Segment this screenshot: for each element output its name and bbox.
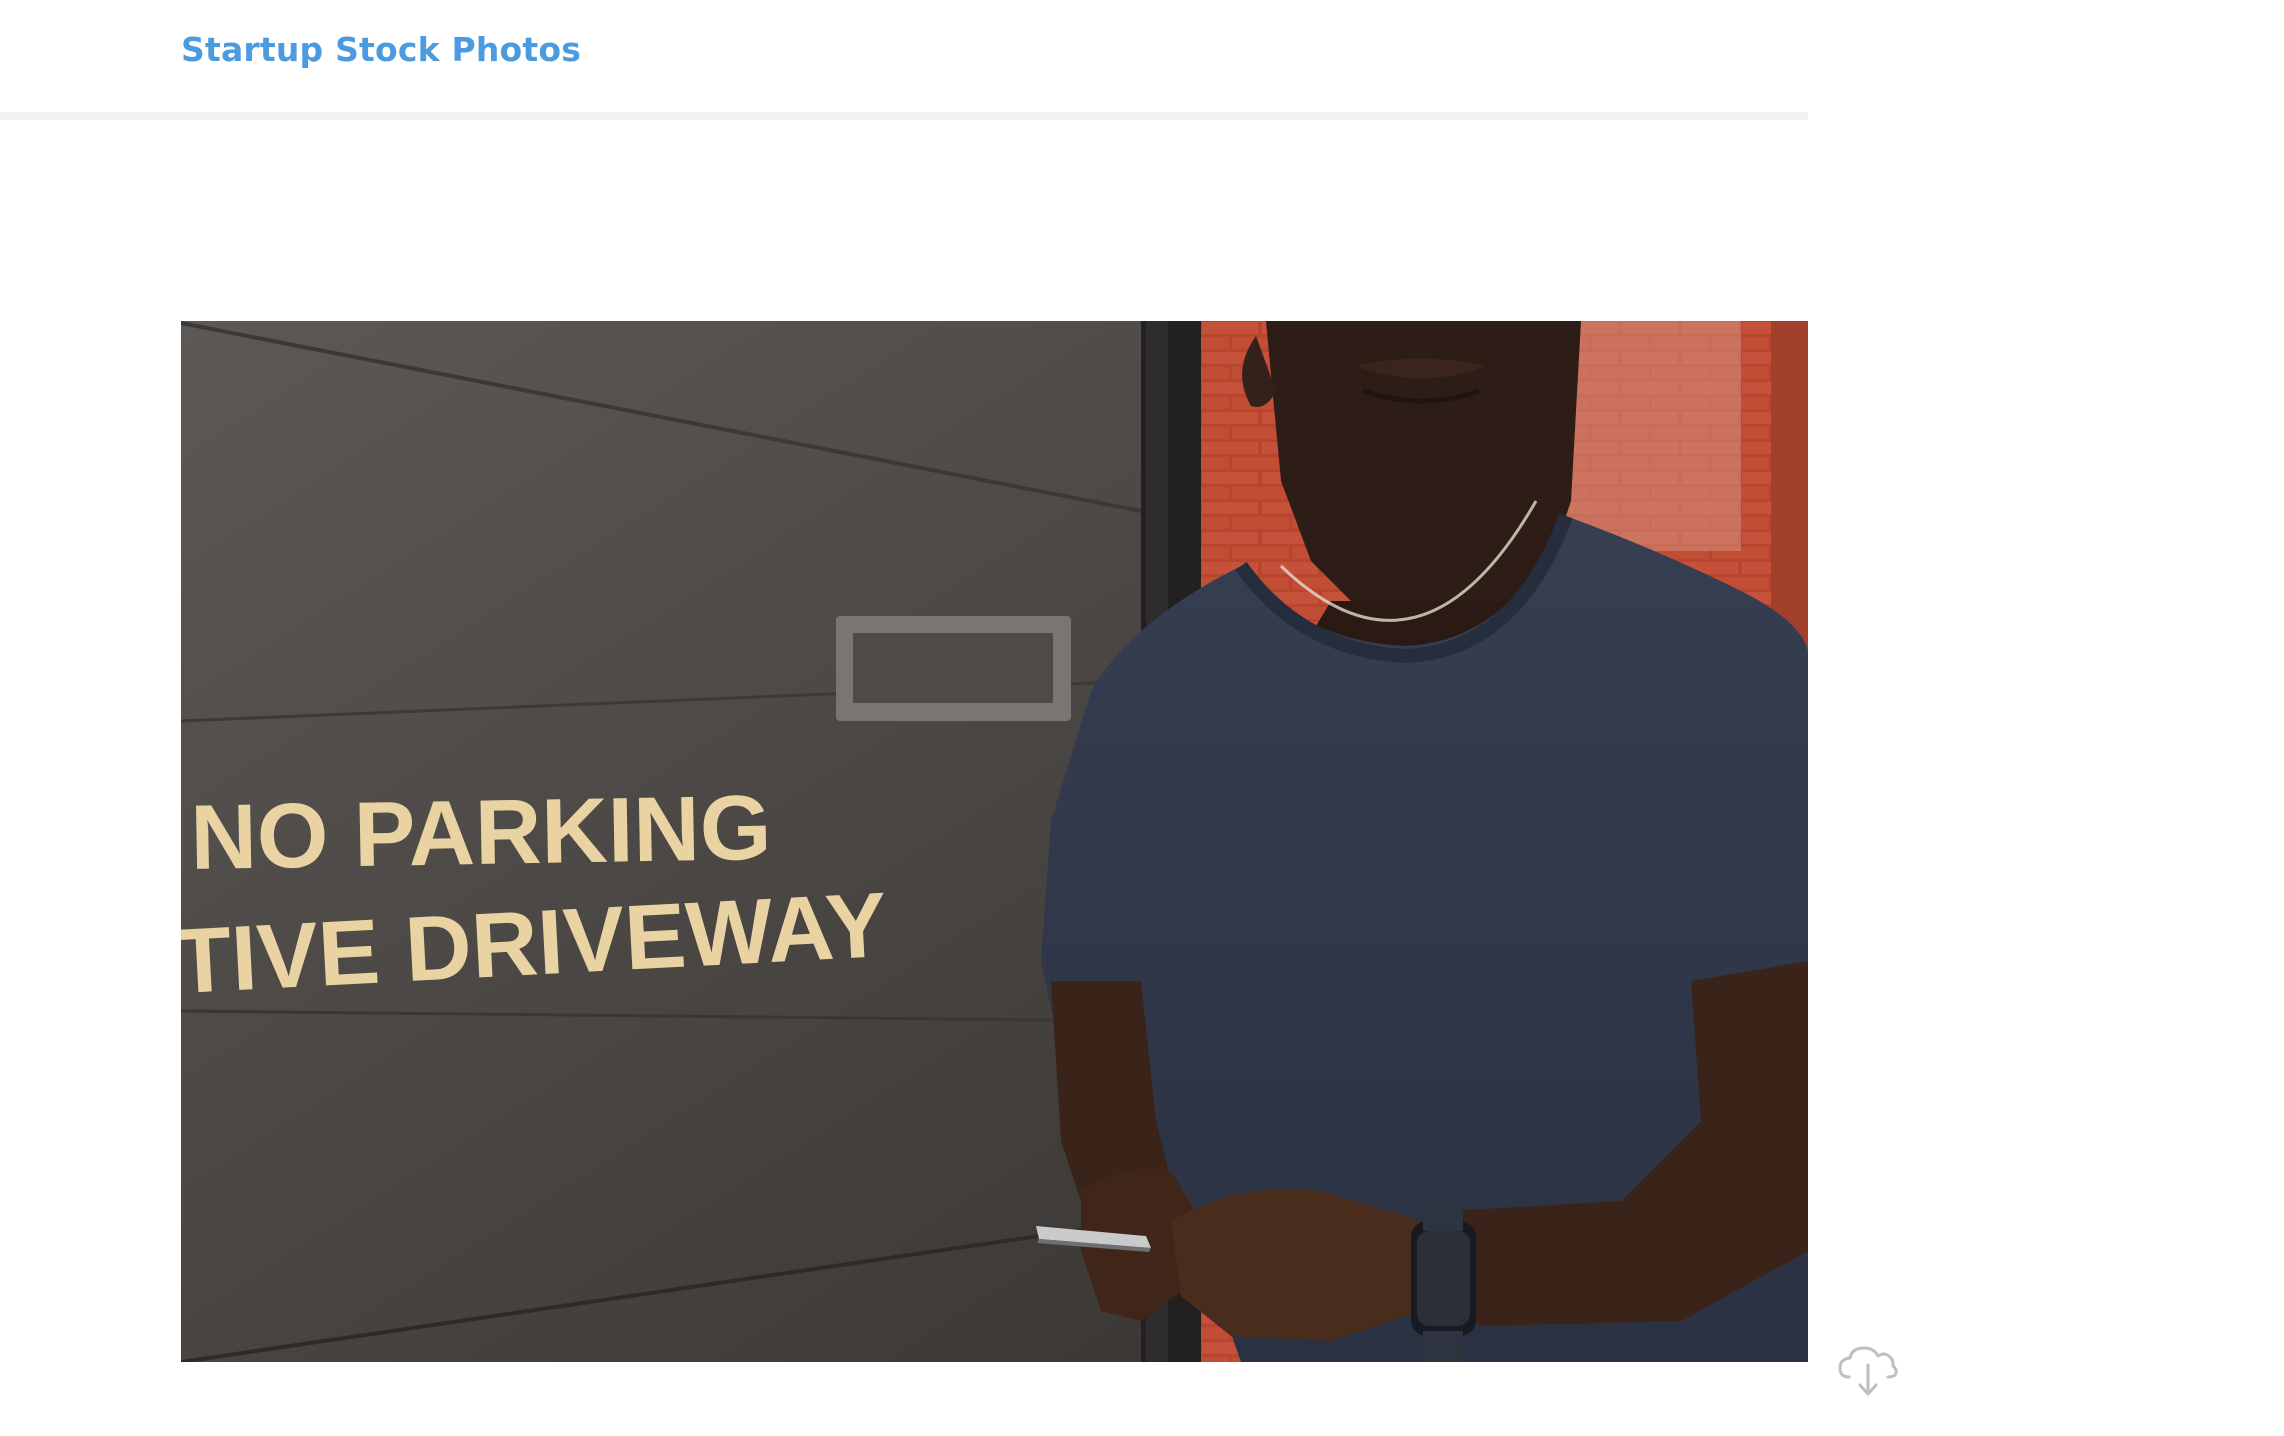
cloud-download-icon xyxy=(1838,1346,1898,1396)
site-header: Startup Stock Photos xyxy=(0,0,1808,112)
page: Startup Stock Photos NO PARKING TIVE DRI… xyxy=(0,0,2284,1436)
download-button[interactable] xyxy=(1837,1343,1899,1399)
stock-photo[interactable]: NO PARKING TIVE DRIVEWAY xyxy=(181,321,1808,1362)
header-divider xyxy=(0,112,1808,120)
sign-text-no-parking: NO PARKING xyxy=(190,777,773,889)
stock-photo-image: NO PARKING TIVE DRIVEWAY xyxy=(181,321,1808,1362)
site-title-link[interactable]: Startup Stock Photos xyxy=(181,30,581,69)
